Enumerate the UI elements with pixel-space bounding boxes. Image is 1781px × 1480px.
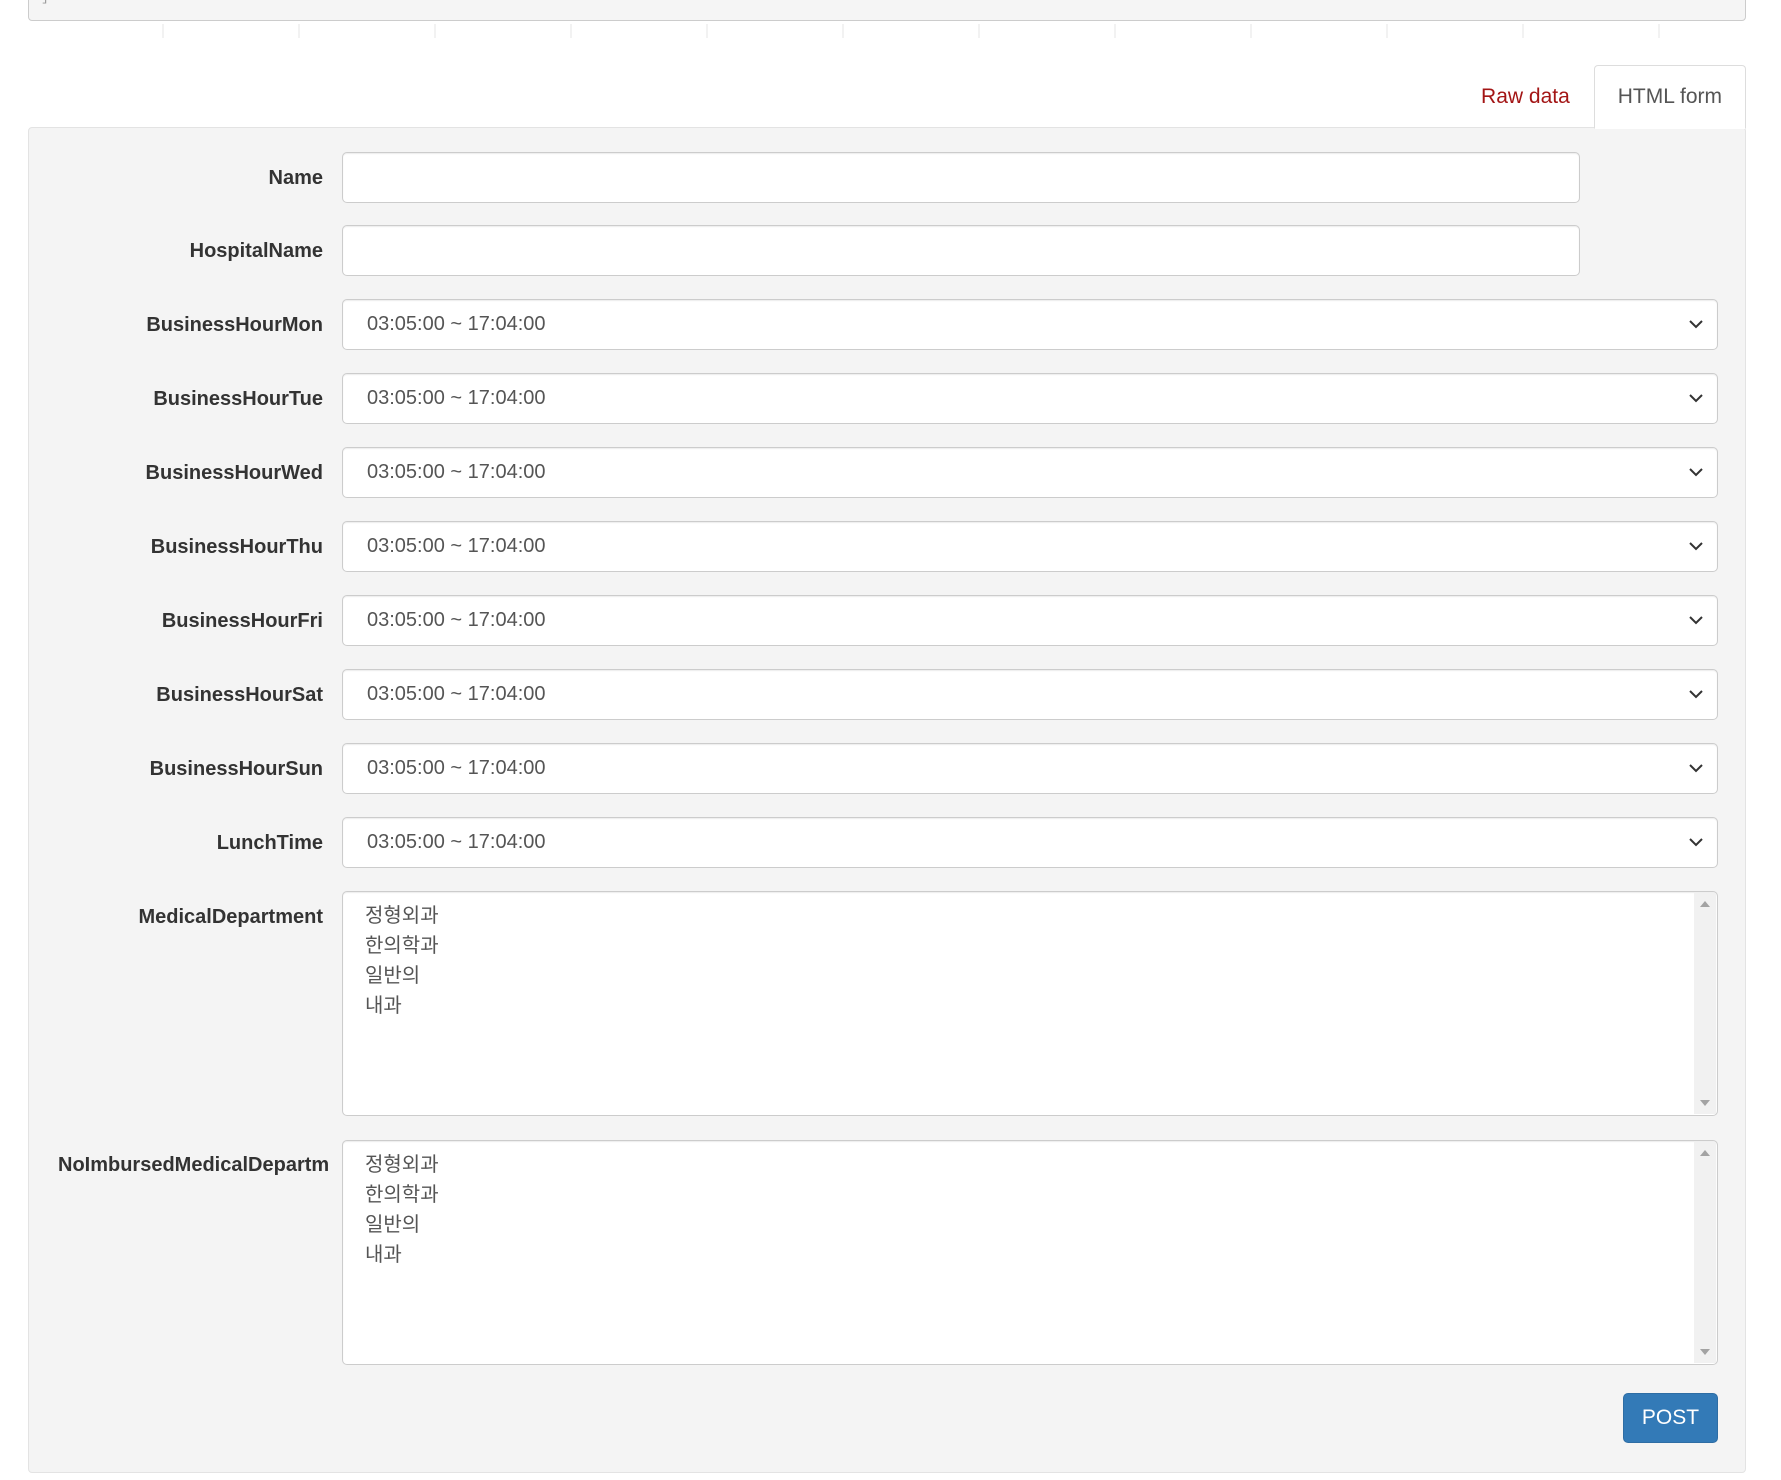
tab-raw-data[interactable]: Raw data (1457, 65, 1594, 128)
medical-department-textarea[interactable]: 정형외과 한의학과 일반의 내과 (342, 891, 1718, 1116)
list-item: 정형외과 (365, 1152, 439, 1176)
business-hour-tue-select[interactable]: 03:05:00 ~ 17:04:00 (342, 373, 1718, 424)
scrollbar[interactable] (1694, 1142, 1716, 1363)
business-hour-sat-select[interactable]: 03:05:00 ~ 17:04:00 (342, 669, 1718, 720)
noimbursed-medical-department-label: NoImbursedMedicalDepartm (58, 1154, 330, 1176)
business-hour-mon-value: 03:05:00 ~ 17:04:00 (367, 313, 546, 335)
chevron-down-icon (1689, 394, 1703, 403)
business-hour-tue-label: BusinessHourTue (153, 388, 323, 410)
scroll-down-arrow-icon[interactable] (1700, 1349, 1710, 1355)
post-button[interactable]: POST (1623, 1393, 1718, 1443)
business-hour-thu-label: BusinessHourThu (150, 536, 323, 558)
hospital-name-label: HospitalName (189, 240, 323, 262)
html-form-panel: Name HospitalName BusinessHourMon 03:05:… (28, 127, 1746, 1473)
noimbursed-medical-department-options: 정형외과 한의학과 일반의 내과 (365, 1149, 439, 1269)
business-hour-wed-value: 03:05:00 ~ 17:04:00 (367, 461, 546, 483)
lunch-time-value: 03:05:00 ~ 17:04:00 (367, 831, 546, 853)
list-item: 내과 (365, 993, 402, 1017)
scrollbar[interactable] (1694, 893, 1716, 1114)
divider (28, 24, 1746, 38)
raw-response-block: ] (28, 0, 1746, 21)
medical-department-label: MedicalDepartment (138, 906, 324, 928)
list-item: 정형외과 (365, 903, 439, 927)
chevron-down-icon (1689, 468, 1703, 477)
business-hour-tue-value: 03:05:00 ~ 17:04:00 (367, 387, 546, 409)
business-hour-fri-label: BusinessHourFri (161, 610, 323, 632)
noimbursed-medical-department-textarea[interactable]: 정형외과 한의학과 일반의 내과 (342, 1140, 1718, 1365)
scroll-up-arrow-icon[interactable] (1700, 901, 1710, 907)
page: ] Raw data HTML form Name HospitalName B… (0, 0, 1781, 1480)
tab-html-form[interactable]: HTML form (1593, 65, 1746, 129)
business-hour-sat-value: 03:05:00 ~ 17:04:00 (367, 683, 546, 705)
business-hour-wed-select[interactable]: 03:05:00 ~ 17:04:00 (342, 447, 1718, 498)
chevron-down-icon (1689, 764, 1703, 773)
list-item: 내과 (365, 1242, 402, 1266)
business-hour-fri-value: 03:05:00 ~ 17:04:00 (367, 609, 546, 631)
business-hour-sat-label: BusinessHourSat (156, 684, 323, 706)
name-input[interactable] (342, 152, 1580, 203)
business-hour-mon-label: BusinessHourMon (146, 314, 323, 336)
business-hour-thu-value: 03:05:00 ~ 17:04:00 (367, 535, 546, 557)
scroll-down-arrow-icon[interactable] (1700, 1100, 1710, 1106)
format-tabs: Raw data HTML form (1457, 65, 1746, 129)
lunch-time-label: LunchTime (216, 832, 323, 854)
list-item: 한의학과 (365, 933, 439, 957)
hospital-name-input[interactable] (342, 225, 1580, 276)
business-hour-sun-label: BusinessHourSun (149, 758, 323, 780)
chevron-down-icon (1689, 838, 1703, 847)
list-item: 일반의 (365, 963, 421, 987)
list-item: 한의학과 (365, 1182, 439, 1206)
list-item: 일반의 (365, 1212, 421, 1236)
chevron-down-icon (1689, 320, 1703, 329)
business-hour-sun-value: 03:05:00 ~ 17:04:00 (367, 757, 546, 779)
name-label: Name (268, 167, 323, 189)
chevron-down-icon (1689, 542, 1703, 551)
chevron-down-icon (1689, 690, 1703, 699)
business-hour-thu-select[interactable]: 03:05:00 ~ 17:04:00 (342, 521, 1718, 572)
business-hour-sun-select[interactable]: 03:05:00 ~ 17:04:00 (342, 743, 1718, 794)
business-hour-mon-select[interactable]: 03:05:00 ~ 17:04:00 (342, 299, 1718, 350)
scroll-up-arrow-icon[interactable] (1700, 1150, 1710, 1156)
business-hour-wed-label: BusinessHourWed (145, 462, 323, 484)
lunch-time-select[interactable]: 03:05:00 ~ 17:04:00 (342, 817, 1718, 868)
business-hour-fri-select[interactable]: 03:05:00 ~ 17:04:00 (342, 595, 1718, 646)
medical-department-options: 정형외과 한의학과 일반의 내과 (365, 900, 439, 1020)
json-closing-bracket: ] (41, 0, 49, 5)
chevron-down-icon (1689, 616, 1703, 625)
